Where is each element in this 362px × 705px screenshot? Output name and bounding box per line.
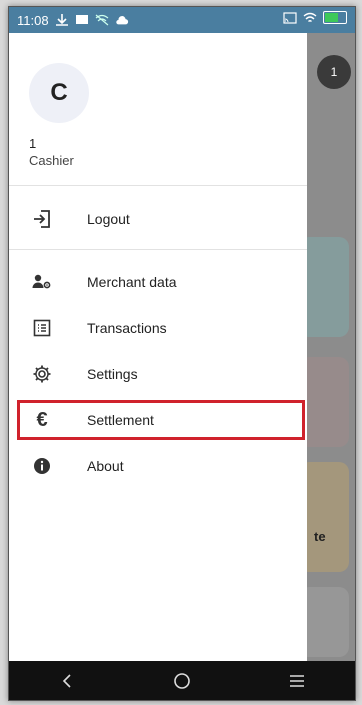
status-time: 11:08: [17, 12, 49, 28]
menu-item-label: Logout: [87, 211, 130, 227]
message-icon: [75, 15, 88, 24]
back-icon: [62, 673, 71, 688]
menu-item-label: Settings: [87, 366, 138, 382]
navigation-drawer: C 1 Cashier Logout Merchant data Transac…: [9, 33, 307, 661]
home-icon: [174, 672, 190, 689]
user-role: Cashier: [29, 153, 74, 168]
menu-item-label: Settlement: [87, 412, 154, 428]
merchant-data-icon: [31, 271, 53, 293]
menu-item-about[interactable]: About: [9, 444, 307, 488]
notification-badge: 1: [317, 55, 351, 89]
battery-icon: [323, 11, 347, 24]
wifi-icon: [303, 12, 317, 22]
back-button[interactable]: [47, 666, 87, 696]
settings-icon: [31, 363, 53, 385]
home-button[interactable]: [162, 666, 202, 696]
info-icon: [31, 455, 53, 477]
phone-screen: 1 te 11:08 C 1 Cashier Logout Merchant d…: [8, 6, 356, 701]
menu-button[interactable]: [277, 666, 317, 696]
menu-item-label: Merchant data: [87, 274, 177, 290]
euro-icon: €: [36, 408, 48, 431]
menu-item-settings[interactable]: Settings: [9, 352, 307, 396]
menu-item-label: About: [87, 458, 124, 474]
background-partial-text: te: [314, 529, 326, 544]
download-icon: [55, 14, 68, 26]
cast-icon: [283, 11, 297, 24]
no-wifi-icon: [95, 14, 108, 26]
menu-icon: [290, 674, 305, 687]
transactions-icon: [31, 317, 53, 339]
user-id: 1: [29, 136, 37, 151]
menu-item-merchant-data[interactable]: Merchant data: [9, 260, 307, 304]
system-nav-bar: [9, 661, 355, 700]
menu-item-label: Transactions: [87, 320, 167, 336]
divider: [9, 185, 307, 186]
menu-item-logout[interactable]: Logout: [9, 197, 307, 241]
logout-icon: [31, 208, 53, 230]
menu-item-transactions[interactable]: Transactions: [9, 306, 307, 350]
cloud-icon: [115, 16, 128, 25]
status-bar: 11:08: [9, 7, 355, 33]
avatar: C: [29, 63, 89, 123]
menu-item-settlement[interactable]: € Settlement: [9, 398, 307, 442]
divider: [9, 249, 307, 250]
